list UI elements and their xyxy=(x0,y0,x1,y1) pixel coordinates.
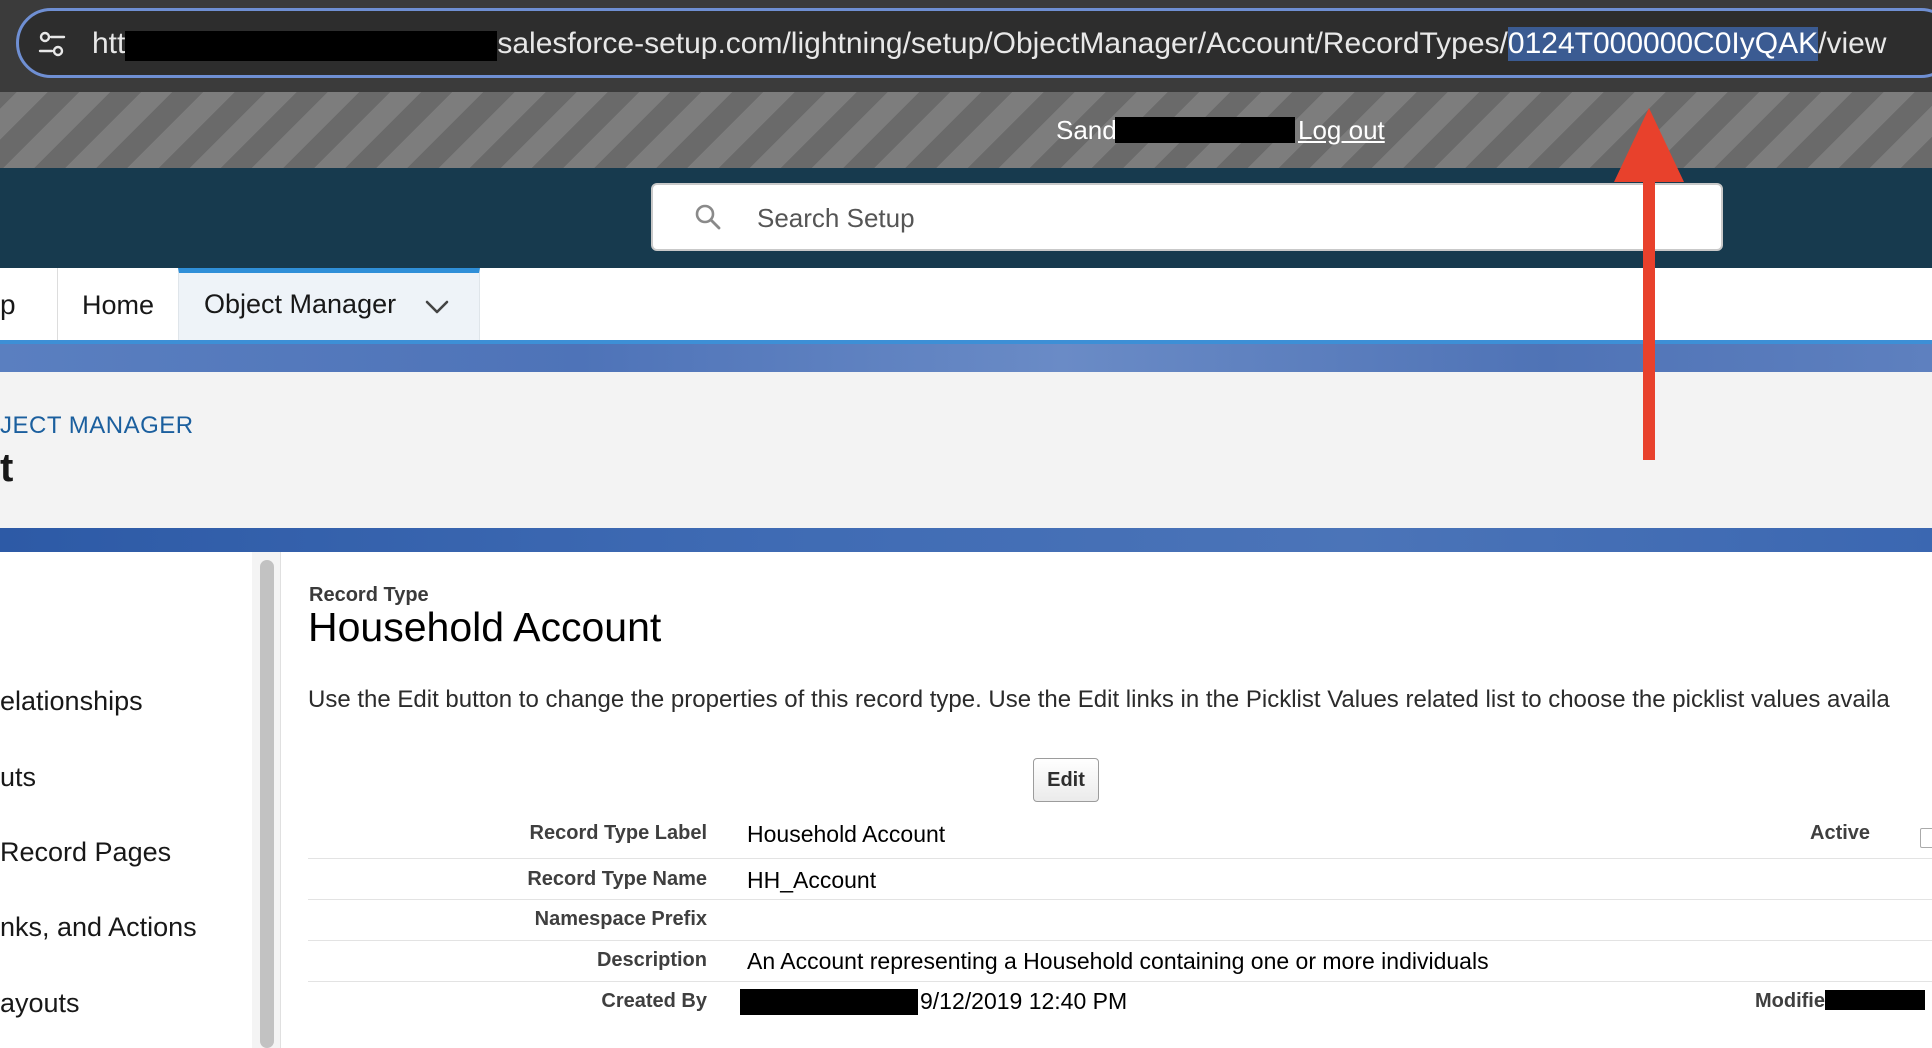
row-divider xyxy=(308,940,1932,941)
chevron-down-icon[interactable] xyxy=(424,298,450,316)
field-label-record-type-label: Record Type Label xyxy=(529,822,707,844)
row-divider xyxy=(308,899,1932,900)
site-settings-icon[interactable] xyxy=(38,30,66,58)
created-date: 9/12/2019 12:40 PM xyxy=(920,988,1128,1014)
redaction-bar xyxy=(1114,117,1295,143)
annotation-arrow-icon xyxy=(1610,100,1700,460)
page-title: t xyxy=(0,446,14,490)
sidebar-item-layouts-2[interactable]: ayouts xyxy=(0,988,80,1019)
field-label-record-type-name: Record Type Name xyxy=(527,868,707,890)
field-value-record-type-name: HH_Account xyxy=(747,867,877,893)
decorative-band xyxy=(0,528,1932,552)
sidebar-item-links-and-actions[interactable]: nks, and Actions xyxy=(0,912,197,943)
sidebar-item-record-pages[interactable]: Record Pages xyxy=(0,837,171,868)
active-checkbox xyxy=(1920,828,1932,848)
sandbox-user-name: Sand xyxy=(1056,115,1295,146)
search-icon xyxy=(694,203,722,231)
sidebar-item-layouts[interactable]: uts xyxy=(0,762,36,793)
field-label-description: Description xyxy=(596,949,707,971)
redaction-bar xyxy=(740,988,918,1015)
edit-button[interactable]: Edit xyxy=(1033,758,1099,802)
tab-home[interactable]: Home xyxy=(58,268,178,342)
url-suffix: /view xyxy=(1818,27,1887,60)
logout-link[interactable]: Log out xyxy=(1298,115,1385,146)
tab-object-manager-label: Object Manager xyxy=(204,289,397,319)
app-name: p xyxy=(0,289,16,320)
field-value-description: An Account representing a Household cont… xyxy=(747,948,1489,974)
sidebar-item-relationships[interactable]: elationships xyxy=(0,686,143,717)
url-selected-record-id: 0124T000000C0IyQAK xyxy=(1507,27,1819,61)
record-type-title: Household Account xyxy=(308,604,662,650)
url-domain-path: salesforce-setup.com/lightning/setup/Obj… xyxy=(497,27,1508,60)
sandbox-user-prefix: Sand xyxy=(1056,115,1117,145)
sidebar-scrollbar-thumb[interactable] xyxy=(260,560,274,1048)
field-value-created-by: 9/12/2019 12:40 PM xyxy=(740,988,1127,1015)
row-divider xyxy=(308,858,1932,859)
field-label-namespace-prefix: Namespace Prefix xyxy=(534,908,707,930)
search-input[interactable] xyxy=(757,200,1457,236)
redaction-bar xyxy=(1825,990,1925,1010)
modified-label-text: Modifie xyxy=(1755,990,1825,1012)
field-label-created-by: Created By xyxy=(601,990,707,1012)
url-text[interactable]: htt salesforce-setup.com/lightning/setup… xyxy=(92,22,1886,66)
row-divider xyxy=(308,981,1932,982)
help-text: Use the Edit button to change the proper… xyxy=(308,686,1890,713)
url-prefix: htt xyxy=(92,27,126,60)
breadcrumb[interactable]: JECT MANAGER xyxy=(0,412,194,440)
object-sidebar: elationships uts Record Pages nks, and A… xyxy=(0,552,252,1048)
redaction-bar xyxy=(125,31,498,61)
field-label-modified-by: Modifie xyxy=(1755,990,1925,1013)
field-label-active: Active xyxy=(1810,822,1871,844)
field-value-record-type-label: Household Account xyxy=(747,821,946,847)
